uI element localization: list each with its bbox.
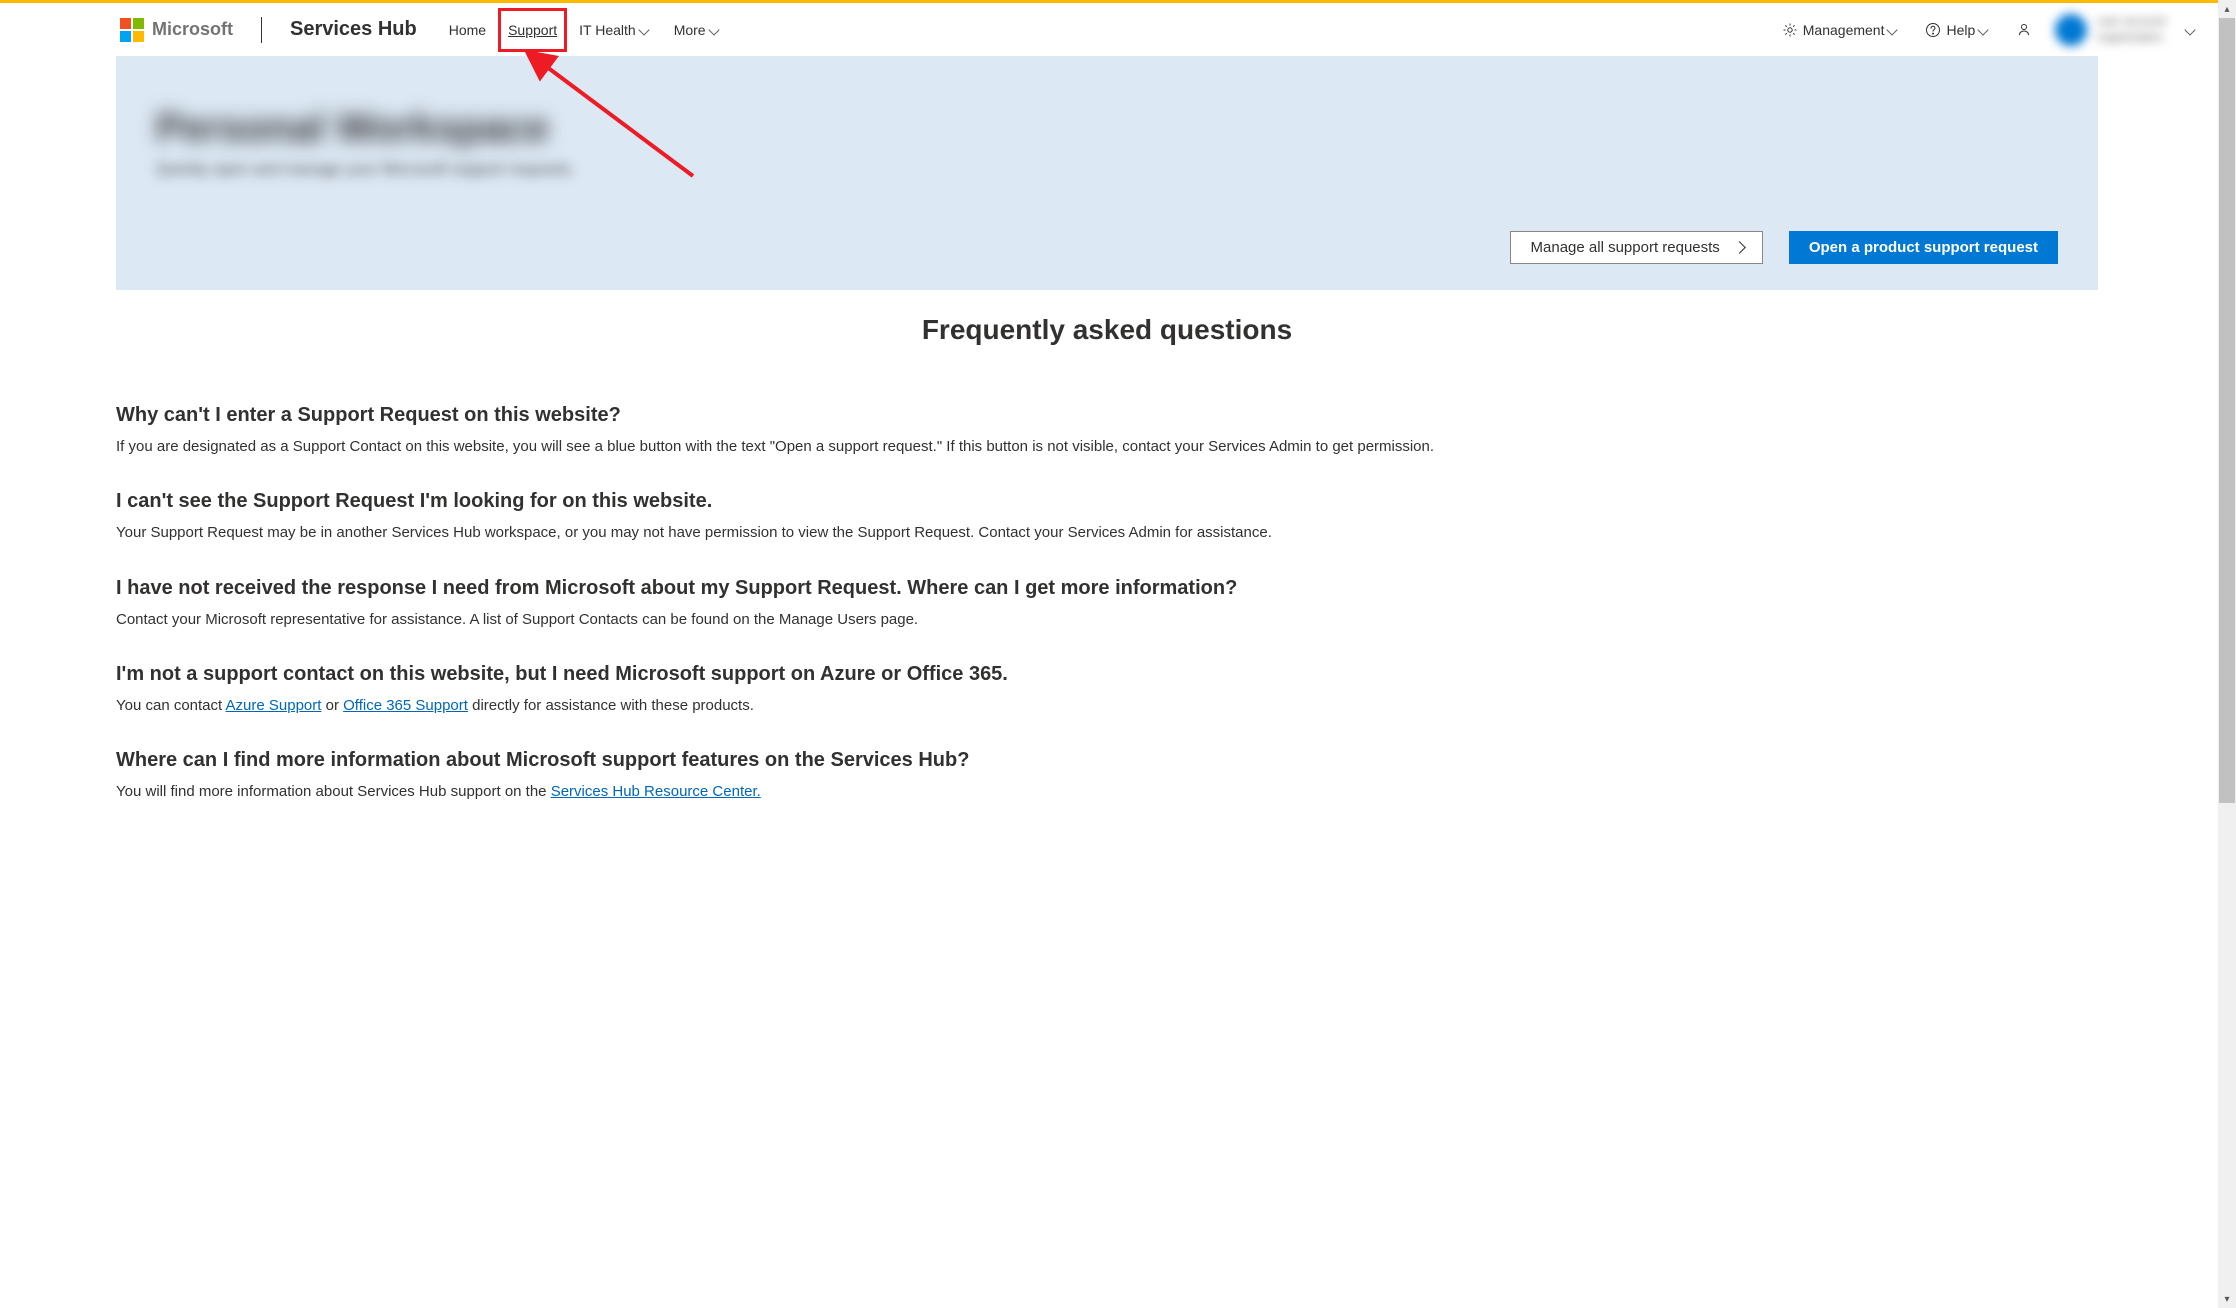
scrollbar-thumb[interactable] bbox=[2219, 18, 2235, 803]
nav-more[interactable]: More bbox=[672, 18, 724, 42]
scroll-down-arrow-icon[interactable]: ▾ bbox=[2218, 1290, 2236, 1308]
chevron-down-icon bbox=[1979, 24, 1991, 36]
resource-center-link[interactable]: Services Hub Resource Center. bbox=[551, 783, 761, 800]
nav-more-label: More bbox=[674, 22, 706, 38]
microsoft-logo[interactable]: Microsoft bbox=[120, 18, 233, 42]
faq-answer: Contact your Microsoft representative fo… bbox=[116, 608, 2098, 631]
feedback-button[interactable] bbox=[2013, 17, 2035, 43]
faq-answer: Your Support Request may be in another S… bbox=[116, 521, 2098, 544]
scroll-up-arrow-icon[interactable]: ▴ bbox=[2218, 0, 2236, 18]
feedback-icon bbox=[2015, 21, 2033, 39]
faq-question: I can't see the Support Request I'm look… bbox=[116, 490, 2098, 513]
nav-management[interactable]: Management bbox=[1779, 17, 1903, 43]
nav-help-label: Help bbox=[1946, 22, 1975, 38]
manage-requests-button[interactable]: Manage all support requests bbox=[1510, 231, 1763, 264]
top-header: Microsoft Services Hub Home Support IT H… bbox=[0, 0, 2218, 56]
faq-item: I'm not a support contact on this websit… bbox=[116, 663, 2098, 717]
azure-support-link[interactable]: Azure Support bbox=[226, 697, 322, 714]
faq-answer: If you are designated as a Support Conta… bbox=[116, 435, 2098, 458]
nav-ithealth[interactable]: IT Health bbox=[577, 18, 654, 42]
faq-question: I'm not a support contact on this websit… bbox=[116, 663, 2098, 686]
faq-answer: You can contact Azure Support or Office … bbox=[116, 694, 2098, 717]
manage-requests-label: Manage all support requests bbox=[1531, 239, 1720, 256]
scrollbar[interactable]: ▴ ▾ bbox=[2218, 0, 2236, 1308]
faq-section: Frequently asked questions Why can't I e… bbox=[0, 290, 2218, 875]
faq-question: I have not received the response I need … bbox=[116, 577, 2098, 600]
help-icon bbox=[1924, 21, 1942, 39]
header-divider bbox=[261, 17, 262, 43]
faq-answer: You will find more information about Ser… bbox=[116, 780, 2098, 803]
nav-management-label: Management bbox=[1803, 22, 1885, 38]
faq-question: Why can't I enter a Support Request on t… bbox=[116, 404, 2098, 427]
faq-item: I can't see the Support Request I'm look… bbox=[116, 490, 2098, 544]
workspace-banner: Personal Workspace Quickly open and mana… bbox=[116, 56, 2098, 290]
user-menu[interactable]: user account organization bbox=[2055, 14, 2166, 46]
primary-nav: Home Support IT Health More bbox=[447, 18, 724, 42]
faq-question: Where can I find more information about … bbox=[116, 749, 2098, 772]
microsoft-logo-text: Microsoft bbox=[152, 19, 233, 40]
nav-ithealth-label: IT Health bbox=[579, 22, 636, 38]
chevron-down-icon bbox=[710, 24, 722, 36]
gear-icon bbox=[1781, 21, 1799, 39]
nav-help[interactable]: Help bbox=[1922, 17, 1993, 43]
faq-item: Why can't I enter a Support Request on t… bbox=[116, 404, 2098, 458]
chevron-down-icon bbox=[1888, 24, 1900, 36]
faq-item: I have not received the response I need … bbox=[116, 577, 2098, 631]
faq-heading: Frequently asked questions bbox=[116, 314, 2098, 346]
open-request-button[interactable]: Open a product support request bbox=[1789, 231, 2058, 264]
user-text: user account organization bbox=[2097, 14, 2166, 45]
product-title[interactable]: Services Hub bbox=[290, 18, 417, 41]
office365-support-link[interactable]: Office 365 Support bbox=[343, 697, 468, 714]
microsoft-logo-icon bbox=[120, 18, 144, 42]
nav-support[interactable]: Support bbox=[506, 18, 559, 42]
faq-item: Where can I find more information about … bbox=[116, 749, 2098, 803]
chevron-down-icon bbox=[640, 24, 652, 36]
header-right: Management Help user account organiz bbox=[1779, 14, 2218, 46]
banner-actions: Manage all support requests Open a produ… bbox=[156, 231, 2058, 264]
avatar bbox=[2055, 14, 2087, 46]
nav-home[interactable]: Home bbox=[447, 18, 488, 42]
banner-title: Personal Workspace bbox=[156, 106, 2058, 151]
banner-subtitle: Quickly open and manage your Microsoft s… bbox=[156, 161, 2058, 179]
chevron-down-icon[interactable] bbox=[2186, 24, 2198, 36]
